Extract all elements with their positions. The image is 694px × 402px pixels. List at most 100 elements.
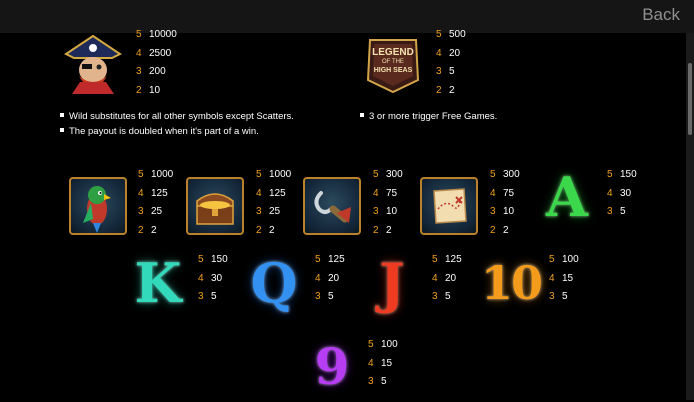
pay-count: 4 (436, 47, 442, 59)
pay-count: 5 (373, 169, 379, 180)
pay-count: 3 (432, 291, 438, 302)
pay-row: 4 125 (138, 185, 173, 204)
pay-row: 35 (436, 63, 466, 82)
pay-count: 3 (368, 376, 374, 387)
pay-count: 2 (373, 224, 379, 236)
pay-row: 4 15 (549, 270, 579, 289)
letter-j-icon: J (379, 251, 405, 315)
pay-row: 5 500 (436, 26, 466, 45)
pirate-hook-icon (303, 177, 361, 235)
pay-value: 500 (449, 29, 466, 40)
pay-count: 3 (256, 206, 262, 217)
pay-value: 15 (562, 272, 574, 284)
letter-a-icon: A (546, 165, 588, 229)
back-button[interactable]: Back (642, 5, 680, 25)
bullet-icon (60, 113, 64, 118)
pay-row: 4 30 (198, 270, 228, 289)
pay-row: 22 (138, 222, 173, 241)
pay-row: 5 125 (315, 251, 345, 270)
pay-value: 5 (381, 376, 387, 387)
pay-value: 5 (449, 66, 455, 77)
map-paytable: 5 300 4 75 3 10 22 (490, 166, 520, 240)
pay-count: 5 (368, 339, 374, 350)
pay-count: 5 (436, 29, 442, 40)
scrollbar-thumb[interactable] (688, 63, 692, 135)
pay-value: 125 (151, 187, 168, 199)
pay-value: 1000 (269, 169, 292, 180)
pay-row: 5 100 (368, 336, 398, 355)
pay-count: 5 (315, 254, 321, 265)
pay-count: 4 (315, 272, 321, 284)
pay-count: 2 (256, 224, 262, 236)
legend-of-the-high-seas-logo-icon: LEGEND OF THE HIGH SEAS (364, 30, 422, 94)
pay-row: 2 10 (136, 82, 177, 101)
pay-row: 35 (315, 288, 345, 307)
pay-count: 5 (490, 169, 496, 180)
pay-count: 4 (136, 47, 142, 59)
pay-count: 5 (607, 169, 613, 180)
number-nine-icon: 9 (314, 337, 350, 396)
pay-row: 35 (368, 373, 398, 392)
pay-count: 4 (432, 272, 438, 284)
bullet-icon (360, 113, 364, 118)
pay-row: 4 15 (368, 355, 398, 374)
pay-count: 3 (549, 291, 555, 302)
pay-value: 200 (149, 66, 166, 77)
pay-row: 5 10000 (136, 26, 177, 45)
pay-row: 4 30 (607, 185, 637, 204)
pay-value: 125 (445, 254, 462, 265)
note-line: Wild substitutes for all other symbols e… (60, 109, 294, 124)
pay-count: 4 (373, 187, 379, 199)
pay-value: 300 (386, 169, 403, 180)
wild-notes: Wild substitutes for all other symbols e… (60, 109, 294, 139)
chest-paytable: 5 1000 4 125 3 25 22 (256, 166, 291, 240)
pay-count: 5 (198, 254, 204, 265)
pay-value: 25 (269, 206, 281, 217)
pay-row: 22 (256, 222, 291, 241)
logo-text-line: LEGEND (372, 47, 414, 58)
pay-count: 4 (138, 187, 144, 199)
pay-count: 5 (549, 254, 555, 265)
pay-row: 5 150 (198, 251, 228, 270)
pay-row: 4 20 (436, 45, 466, 64)
pay-count: 3 (198, 291, 204, 302)
pay-value: 5 (620, 206, 626, 217)
scatter-notes: 3 or more trigger Free Games. (360, 109, 497, 124)
pay-row: 5 150 (607, 166, 637, 185)
note-line: The payout is doubled when it's part of … (60, 124, 294, 139)
pay-value: 25 (151, 206, 163, 217)
pay-count: 2 (490, 224, 496, 236)
pay-count: 5 (138, 169, 144, 180)
pay-value: 2 (269, 224, 275, 236)
pay-count: 3 (138, 206, 144, 217)
pay-count: 2 (136, 84, 142, 96)
ten-paytable: 5 100 4 15 35 (549, 251, 579, 307)
number-ten-icon: 10 (480, 256, 543, 310)
pay-count: 2 (138, 224, 144, 236)
pay-row: 35 (432, 288, 462, 307)
pay-value: 30 (620, 187, 632, 199)
top-bar: Back (0, 0, 694, 33)
treasure-map-icon (420, 177, 478, 235)
j-paytable: 5 125 4 20 35 (432, 251, 462, 307)
pay-row: 3 25 (256, 203, 291, 222)
pay-row: 22 (436, 82, 466, 101)
pay-value: 20 (328, 272, 340, 284)
q-paytable: 5 125 4 20 35 (315, 251, 345, 307)
pay-row: 35 (198, 288, 228, 307)
a-paytable: 5 150 4 30 35 (607, 166, 637, 222)
pay-value: 125 (328, 254, 345, 265)
pay-value: 15 (381, 357, 393, 369)
pay-value: 100 (562, 254, 579, 265)
note-text: Wild substitutes for all other symbols e… (69, 111, 294, 122)
scrollbar[interactable] (686, 33, 694, 400)
pay-row: 3 25 (138, 203, 173, 222)
pay-count: 5 (136, 29, 142, 40)
pay-value: 5 (211, 291, 217, 302)
pay-row: 4 125 (256, 185, 291, 204)
pay-count: 5 (256, 169, 262, 180)
pay-value: 5 (328, 291, 334, 302)
pay-value: 10 (503, 206, 515, 217)
pay-value: 2500 (149, 47, 172, 59)
pay-value: 1000 (151, 169, 174, 180)
